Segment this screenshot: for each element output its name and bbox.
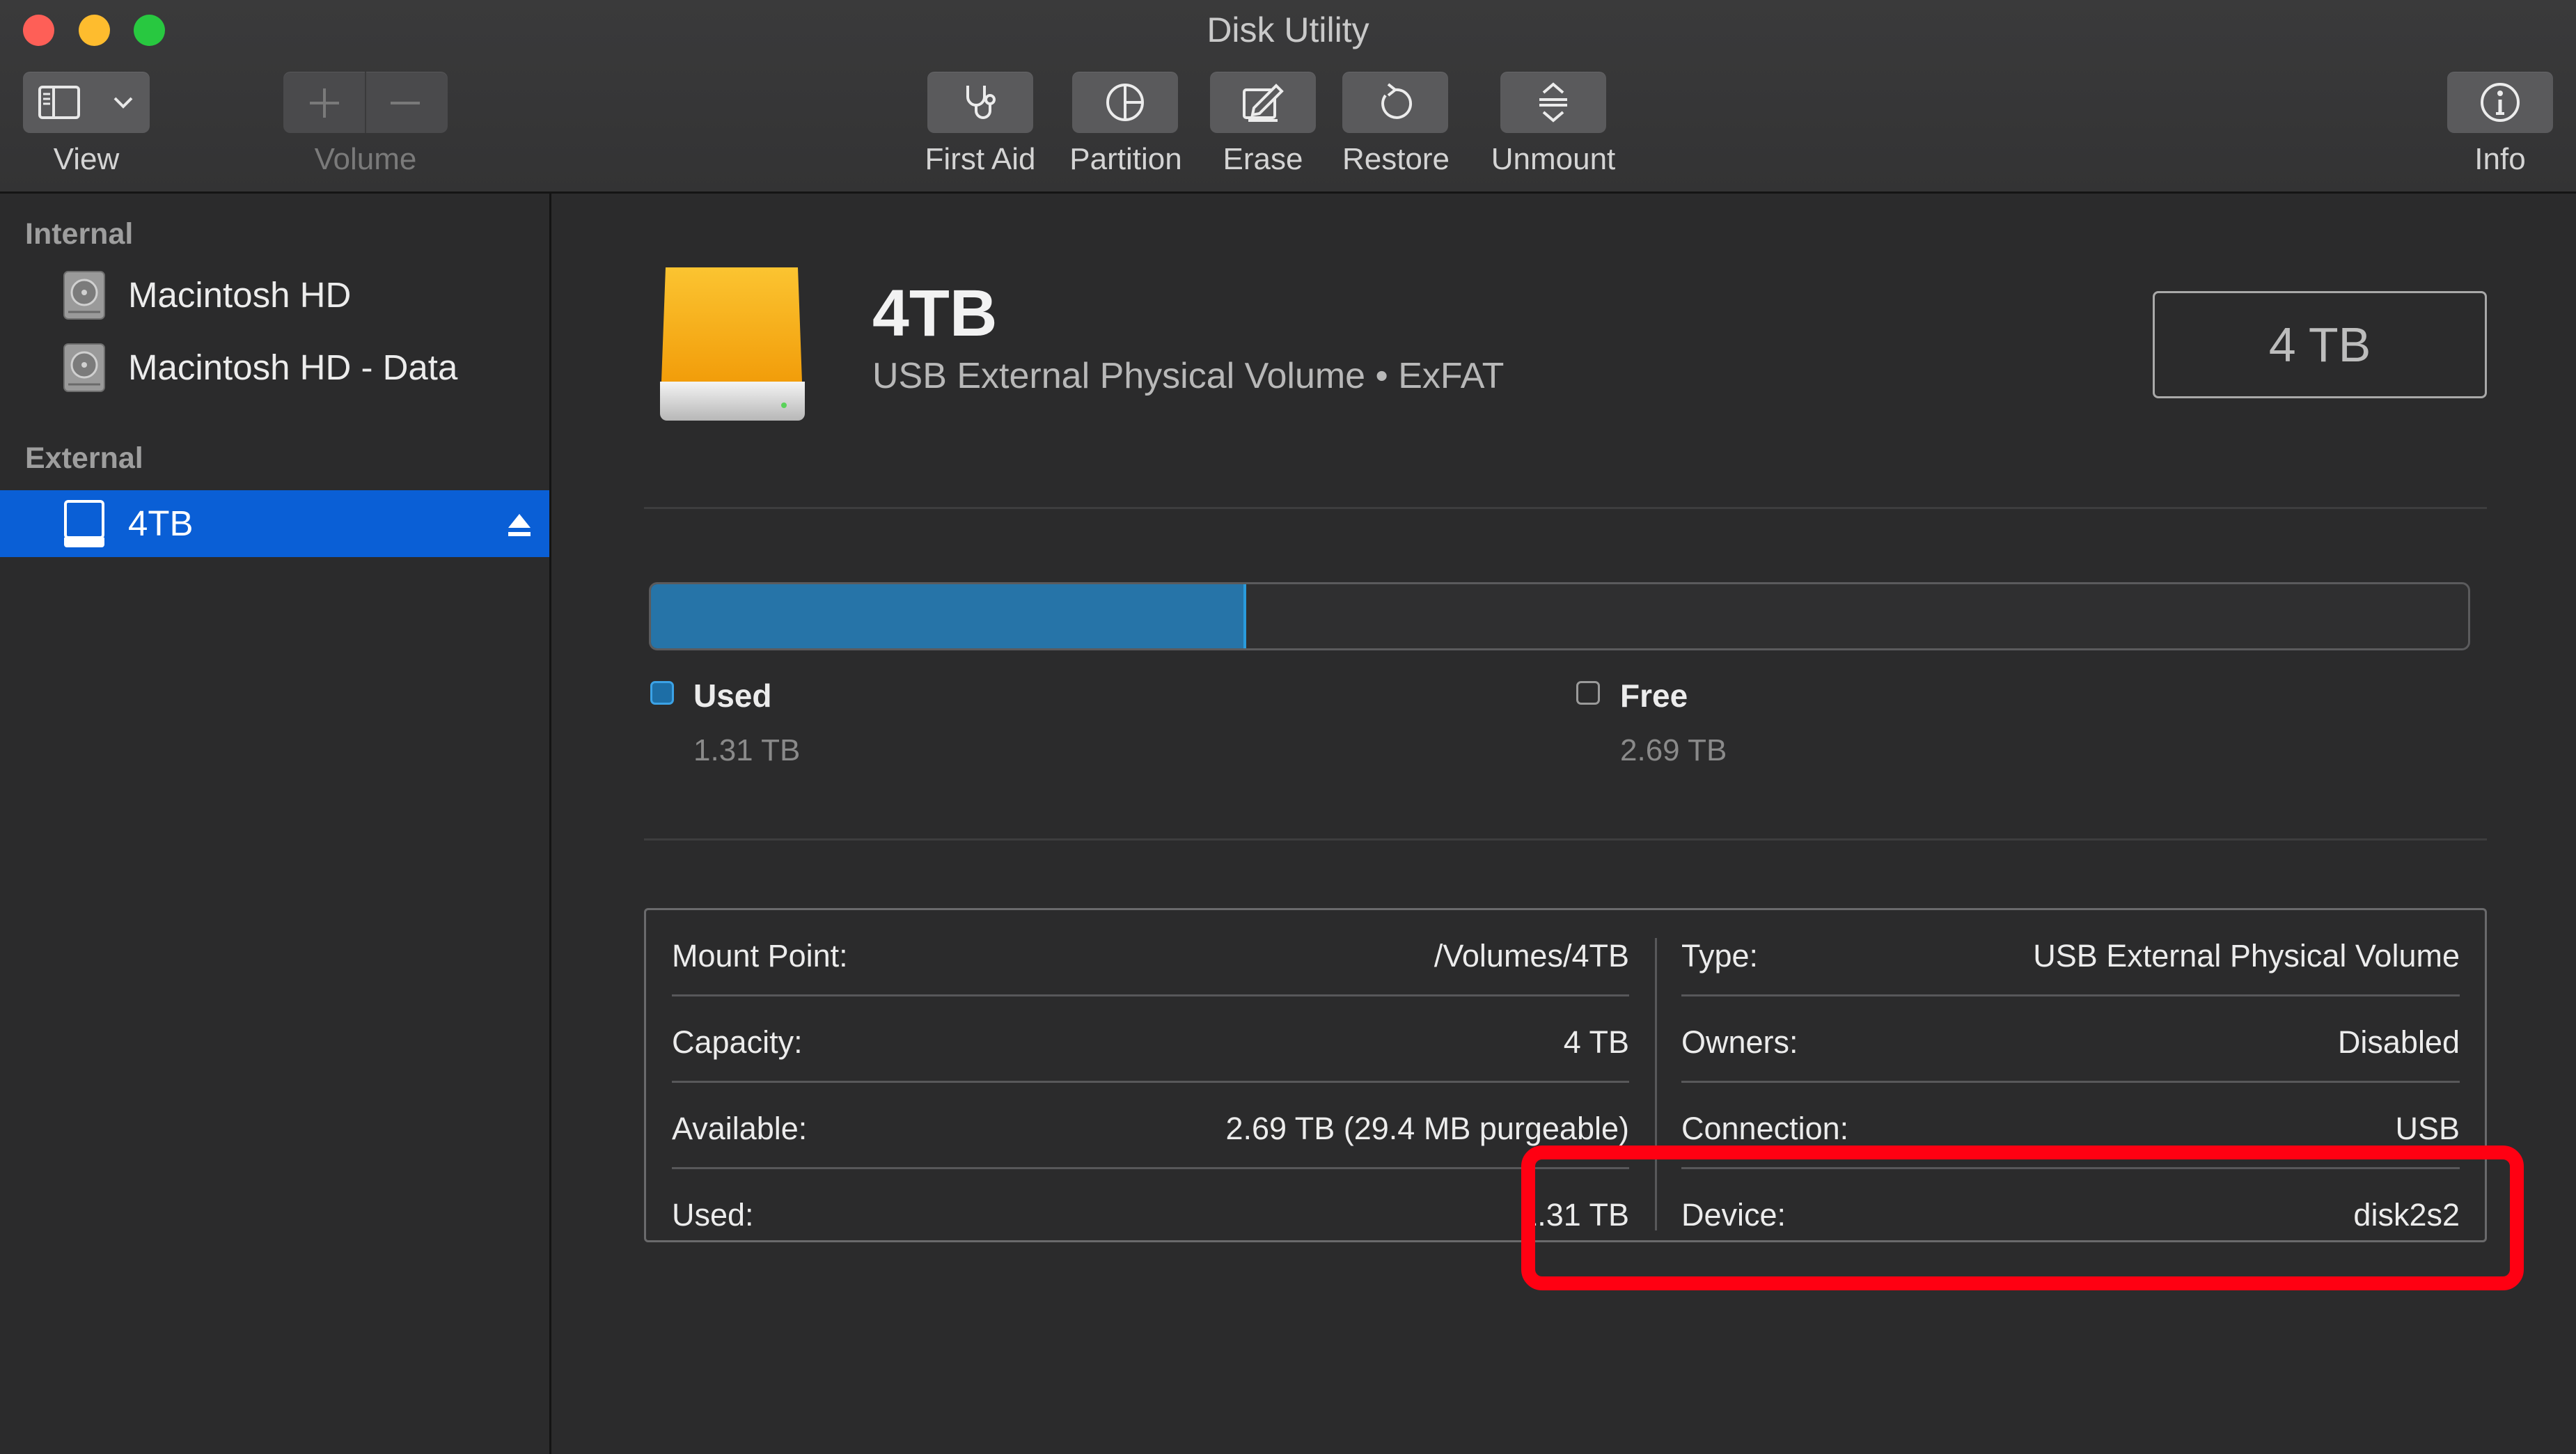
free-value: 2.69 TB	[1620, 733, 1727, 767]
external-disk-large-icon	[654, 263, 810, 434]
info-value: 1.31 TB	[1520, 1197, 1629, 1233]
info-row-mount-point: Mount Point: /Volumes/4TB	[672, 910, 1629, 996]
volume-description: USB External Physical Volume • ExFAT	[872, 356, 1505, 396]
toolbar: Disk Utility View Volume First Aid Parti…	[0, 0, 2576, 194]
chevron-down-icon	[112, 95, 134, 109]
info-row-used: Used: 1.31 TB	[672, 1169, 1629, 1256]
main-panel: 4TB USB External Physical Volume • ExFAT…	[553, 194, 2576, 1454]
view-button[interactable]	[23, 72, 150, 133]
info-row-device: Device: disk2s2	[1681, 1169, 2460, 1256]
window-title: Disk Utility	[1207, 10, 1369, 49]
disk-utility-window: Disk Utility View Volume First Aid Parti…	[0, 0, 2576, 1454]
info-value: disk2s2	[2353, 1197, 2460, 1233]
info-row-available: Available: 2.69 TB (29.4 MB purgeable)	[672, 1083, 1629, 1169]
info-value: USB External Physical Volume	[2033, 938, 2460, 974]
first-aid-button[interactable]	[927, 72, 1033, 133]
sidebar-item-label: Macintosh HD	[128, 275, 352, 315]
unmount-icon	[1534, 80, 1573, 125]
sidebar-section-external: External	[25, 441, 143, 475]
divider	[644, 507, 2487, 509]
restore-arrow-icon	[1373, 80, 1417, 125]
view-label: View	[53, 142, 120, 176]
free-legend-label: Free	[1620, 678, 1688, 714]
info-value: Disabled	[2337, 1024, 2460, 1060]
used-legend-label: Used	[693, 678, 772, 714]
restore-label: Restore	[1342, 142, 1450, 176]
info-key: Type:	[1681, 938, 1759, 974]
volume-label: Volume	[314, 142, 417, 176]
partition-label: Partition	[1069, 142, 1182, 176]
info-key: Owners:	[1681, 1024, 1798, 1060]
partition-pie-icon	[1103, 80, 1147, 125]
sidebar: Internal Macintosh HD Macintosh HD - Dat…	[0, 194, 551, 1454]
volume-name: 4TB	[872, 276, 998, 350]
info-key: Mount Point:	[672, 938, 848, 974]
sidebar-item-4tb[interactable]: 4TB	[0, 490, 549, 557]
free-legend-swatch	[1576, 681, 1600, 705]
info-button[interactable]	[2447, 72, 2553, 133]
used-legend-swatch	[650, 681, 674, 705]
erase-label: Erase	[1223, 142, 1303, 176]
info-key: Used:	[672, 1197, 754, 1233]
info-row-capacity: Capacity: 4 TB	[672, 996, 1629, 1083]
info-key: Connection:	[1681, 1111, 1849, 1146]
unmount-label: Unmount	[1491, 142, 1616, 176]
sidebar-section-internal: Internal	[25, 217, 134, 251]
internal-disk-icon	[61, 269, 107, 325]
info-value: 2.69 TB (29.4 MB purgeable)	[1225, 1111, 1629, 1146]
info-key: Device:	[1681, 1197, 1786, 1233]
external-disk-icon	[61, 497, 107, 554]
info-value: 4 TB	[1563, 1024, 1629, 1060]
info-icon	[2478, 80, 2522, 125]
erase-button[interactable]	[1210, 72, 1316, 133]
info-row-type: Type: USB External Physical Volume	[1681, 910, 2460, 996]
info-table: Mount Point: /Volumes/4TB Capacity: 4 TB…	[644, 908, 2487, 1242]
divider	[644, 838, 2487, 841]
info-label: Info	[2474, 142, 2526, 176]
info-key: Available:	[672, 1111, 808, 1146]
remove-volume-icon[interactable]	[386, 84, 424, 122]
erase-pencil-icon	[1240, 80, 1286, 125]
capacity-badge: 4 TB	[2153, 291, 2487, 398]
add-volume-icon[interactable]	[306, 84, 343, 122]
info-key: Capacity:	[672, 1024, 803, 1060]
partition-button[interactable]	[1072, 72, 1178, 133]
stethoscope-icon	[958, 80, 1003, 125]
info-row-owners: Owners: Disabled	[1681, 996, 2460, 1083]
usage-bar-used	[651, 584, 1246, 648]
info-value: USB	[2395, 1111, 2460, 1146]
eject-icon[interactable]	[505, 511, 533, 542]
sidebar-toggle-icon	[38, 86, 80, 119]
usage-bar	[649, 582, 2470, 650]
volume-button-divider	[365, 72, 366, 133]
info-value: /Volumes/4TB	[1434, 938, 1629, 974]
internal-disk-icon	[61, 341, 107, 398]
info-row-connection: Connection: USB	[1681, 1083, 2460, 1169]
used-value: 1.31 TB	[693, 733, 801, 767]
first-aid-label: First Aid	[925, 142, 1036, 176]
sidebar-item-label: 4TB	[128, 503, 194, 543]
unmount-button[interactable]	[1500, 72, 1606, 133]
restore-button[interactable]	[1342, 72, 1448, 133]
info-column-divider	[1655, 938, 1657, 1230]
sidebar-item-label: Macintosh HD - Data	[128, 347, 458, 387]
sidebar-item-macintosh-hd-data[interactable]: Macintosh HD - Data	[0, 334, 549, 401]
sidebar-item-macintosh-hd[interactable]: Macintosh HD	[0, 262, 549, 329]
